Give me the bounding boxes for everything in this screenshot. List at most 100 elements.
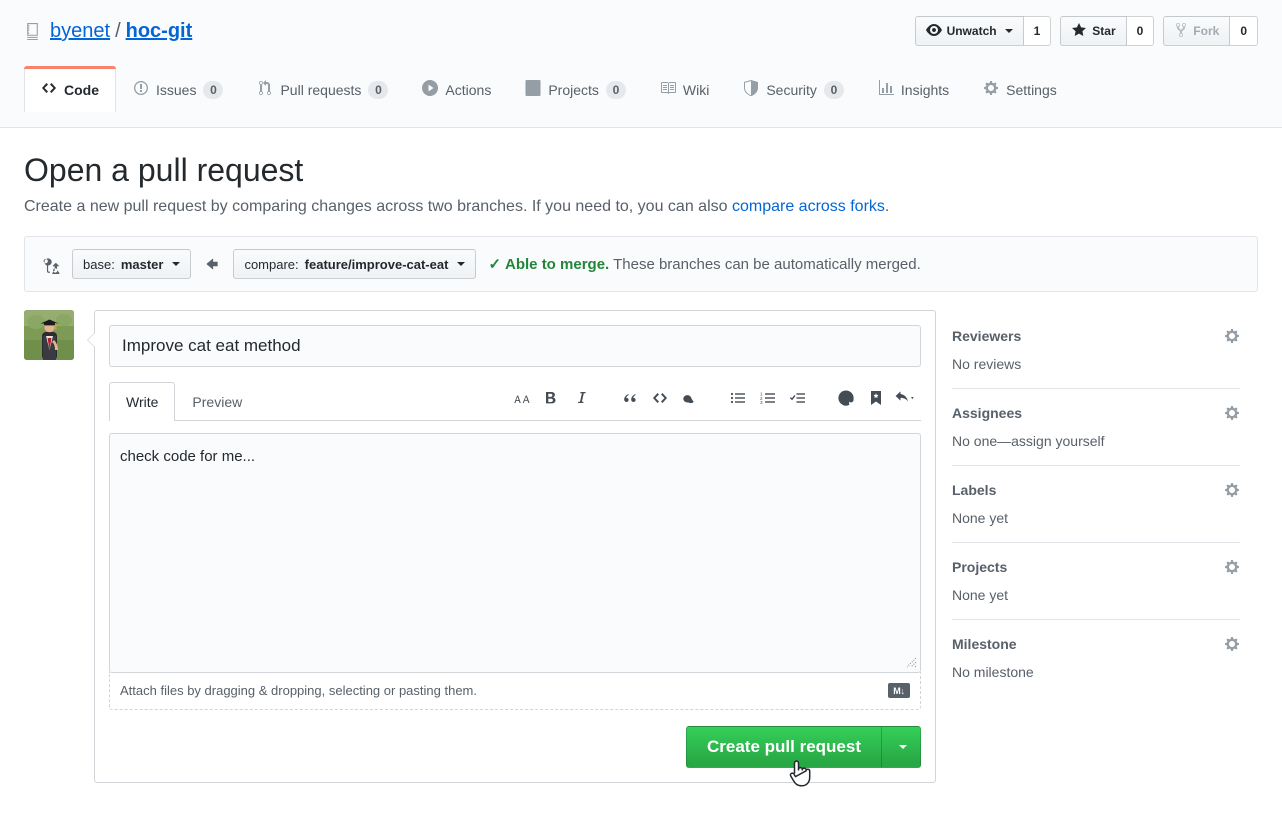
sidebar-header-milestone: Milestone bbox=[952, 636, 1240, 652]
sidebar-section-labels: Labels None yet bbox=[952, 482, 1240, 543]
base-branch-name: master bbox=[120, 256, 164, 272]
repo-owner-link[interactable]: byenet bbox=[50, 19, 110, 43]
file-dropzone[interactable]: Attach files by dragging & dropping, sel… bbox=[109, 672, 921, 710]
fork-button-group: Fork 0 bbox=[1163, 16, 1258, 46]
check-icon: ✓ bbox=[488, 256, 502, 273]
sidebar-title-assignees: Assignees bbox=[952, 405, 1023, 421]
fork-button: Fork bbox=[1163, 16, 1231, 46]
nav-label-projects: Projects bbox=[548, 81, 599, 98]
gear-icon[interactable] bbox=[1224, 405, 1240, 421]
sidebar-header-labels: Labels bbox=[952, 482, 1240, 498]
mention-icon[interactable] bbox=[831, 384, 861, 412]
merge-status-strong: Able to merge. bbox=[505, 256, 610, 273]
page-subtitle-suffix: . bbox=[884, 198, 890, 215]
link-icon[interactable] bbox=[675, 384, 705, 412]
nav-counter-issues: 0 bbox=[203, 80, 224, 99]
base-branch-select[interactable]: base: master bbox=[72, 249, 192, 279]
repo-nav: Code Issues 0 Pull requests 0 Actions Pr… bbox=[24, 64, 1258, 112]
sidebar-value-assignees[interactable]: No one—assign yourself bbox=[952, 433, 1240, 449]
ordered-list-icon[interactable]: 123 bbox=[753, 384, 783, 412]
gear-icon[interactable] bbox=[1224, 328, 1240, 344]
nav-item-settings[interactable]: Settings bbox=[966, 66, 1074, 112]
markdown-insert-group bbox=[615, 384, 705, 412]
repo-actions: Unwatch 1 Star 0 Fork 0 bbox=[914, 16, 1258, 46]
sidebar-title-reviewers: Reviewers bbox=[952, 328, 1022, 344]
italic-icon[interactable] bbox=[567, 384, 597, 412]
gear-icon[interactable] bbox=[1224, 636, 1240, 652]
watch-count[interactable]: 1 bbox=[1023, 16, 1052, 46]
nav-label-insights: Insights bbox=[900, 81, 950, 98]
create-pr-dropdown-button[interactable] bbox=[881, 726, 921, 768]
nav-item-issues[interactable]: Issues 0 bbox=[116, 66, 240, 112]
sidebar-header-assignees: Assignees bbox=[952, 405, 1240, 421]
gear-icon[interactable] bbox=[1224, 559, 1240, 575]
unwatch-button[interactable]: Unwatch bbox=[914, 16, 1024, 46]
nav-item-code[interactable]: Code bbox=[24, 66, 116, 112]
sidebar-title-labels: Labels bbox=[952, 482, 997, 498]
nav-label-wiki: Wiki bbox=[682, 81, 710, 98]
star-count[interactable]: 0 bbox=[1126, 16, 1155, 46]
task-list-icon[interactable] bbox=[783, 384, 813, 412]
nav-counter-security: 0 bbox=[823, 80, 844, 99]
dropzone-text: Attach files by dragging & dropping, sel… bbox=[120, 683, 477, 698]
fork-count[interactable]: 0 bbox=[1230, 16, 1258, 46]
nav-label-settings: Settings bbox=[1006, 81, 1057, 98]
tab-write[interactable]: Write bbox=[109, 382, 176, 421]
pr-form-column: Write Preview bbox=[24, 310, 936, 787]
speech-bubble-arrow bbox=[87, 332, 96, 348]
compare-branch-select[interactable]: compare: feature/improve-cat-eat bbox=[233, 249, 477, 279]
nav-item-pull-requests[interactable]: Pull requests 0 bbox=[240, 66, 405, 112]
unwatch-label: Unwatch bbox=[946, 24, 997, 38]
page-subtitle-text: Create a new pull request by comparing c… bbox=[24, 198, 732, 215]
merge-status: ✓ Able to merge. These branches can be au… bbox=[488, 255, 920, 273]
star-button[interactable]: Star bbox=[1060, 16, 1127, 46]
pr-body-textarea[interactable] bbox=[109, 433, 921, 673]
markdown-badge-icon[interactable]: M↓ bbox=[888, 683, 910, 698]
nav-item-insights[interactable]: Insights bbox=[861, 66, 966, 112]
sidebar-title-projects: Projects bbox=[952, 559, 1008, 575]
markdown-toolbar: 123 bbox=[507, 380, 921, 420]
bold-icon[interactable] bbox=[537, 384, 567, 412]
pr-comment-box: Write Preview bbox=[87, 310, 936, 787]
nav-label-security: Security bbox=[766, 81, 817, 98]
nav-counter-projects: 0 bbox=[605, 80, 626, 99]
sidebar-value-labels: None yet bbox=[952, 510, 1009, 526]
merge-status-rest: These branches can be automatically merg… bbox=[609, 256, 921, 273]
create-pull-request-button[interactable]: Create pull request bbox=[686, 726, 881, 768]
avatar[interactable] bbox=[24, 310, 74, 360]
code-icon[interactable] bbox=[645, 384, 675, 412]
chevron-down-icon bbox=[457, 262, 466, 266]
unordered-list-icon[interactable] bbox=[723, 384, 753, 412]
nav-item-actions[interactable]: Actions bbox=[405, 66, 508, 112]
quote-icon[interactable] bbox=[615, 384, 645, 412]
sidebar-title-milestone: Milestone bbox=[952, 636, 1017, 652]
nav-label-pull-requests: Pull requests bbox=[280, 81, 362, 98]
nav-label-code: Code bbox=[64, 81, 99, 98]
compare-branch-prefix: compare: bbox=[244, 256, 299, 272]
nav-item-wiki[interactable]: Wiki bbox=[643, 66, 726, 112]
book-icon bbox=[660, 80, 676, 99]
sidebar-header-projects: Projects bbox=[952, 559, 1240, 575]
markdown-text-group bbox=[507, 384, 597, 412]
nav-counter-pull-requests: 0 bbox=[368, 80, 389, 99]
sidebar-header-reviewers: Reviewers bbox=[952, 328, 1240, 344]
compare-across-forks-link[interactable]: compare across forks bbox=[732, 198, 885, 215]
sidebar-value-milestone: No milestone bbox=[952, 664, 1034, 680]
heading-icon[interactable] bbox=[507, 384, 537, 412]
gear-icon[interactable] bbox=[1224, 482, 1240, 498]
chevron-down-icon bbox=[1004, 29, 1013, 33]
assign-yourself-link[interactable]: No one—assign yourself bbox=[952, 433, 1105, 449]
sidebar-section-projects: Projects None yet bbox=[952, 559, 1240, 620]
saved-reply-icon[interactable] bbox=[861, 384, 891, 412]
sidebar-section-assignees: Assignees No one—assign yourself bbox=[952, 405, 1240, 466]
fork-icon bbox=[1174, 22, 1188, 41]
pr-title-input[interactable] bbox=[109, 325, 921, 367]
nav-item-security[interactable]: Security 0 bbox=[726, 66, 861, 112]
reply-icon[interactable] bbox=[891, 384, 921, 412]
form-actions: Create pull request bbox=[95, 710, 935, 787]
tab-preview[interactable]: Preview bbox=[175, 382, 259, 421]
repo-name-link[interactable]: hoc-git bbox=[126, 19, 193, 43]
nav-item-projects[interactable]: Projects 0 bbox=[508, 66, 643, 112]
markdown-list-group: 123 bbox=[723, 384, 813, 412]
star-label: Star bbox=[1092, 24, 1116, 38]
